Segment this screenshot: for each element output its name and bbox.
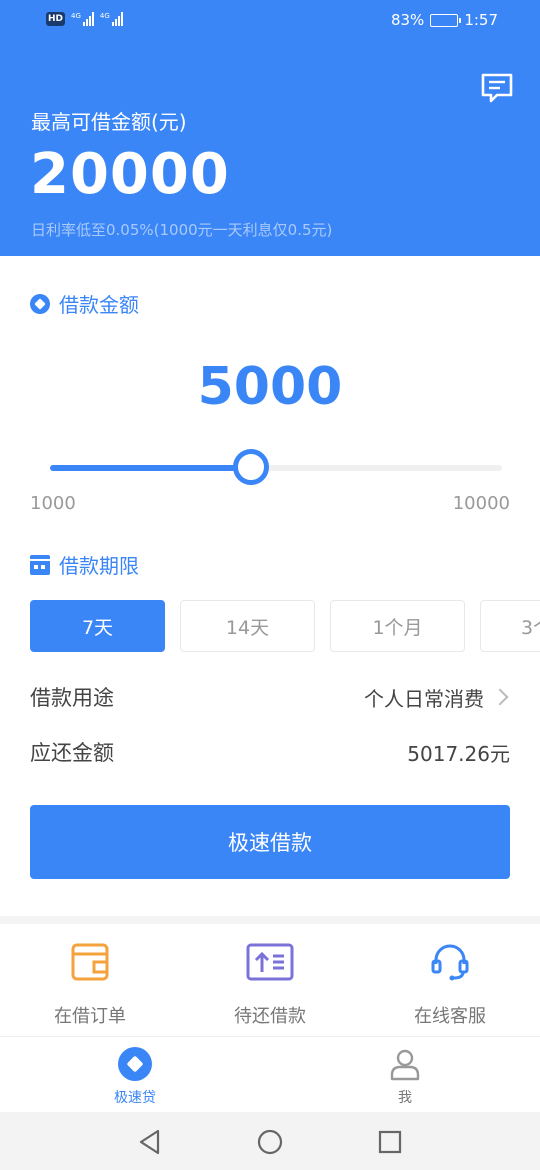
tab-me[interactable]: 我	[270, 1047, 540, 1107]
term-section-label: 借款期限	[59, 554, 139, 578]
shortcut-repay-label: 待还借款	[234, 1006, 306, 1027]
home-icon	[118, 1047, 152, 1081]
network-label-2: 4G	[99, 12, 110, 20]
amount-slider[interactable]	[50, 449, 502, 487]
headset-icon	[431, 944, 469, 981]
calendar-icon	[30, 554, 50, 575]
term-option-3m[interactable]: 3个月	[480, 600, 540, 652]
term-option-1m[interactable]: 1个月	[330, 600, 465, 652]
signal-icon-2: 4G	[100, 12, 123, 26]
shortcut-service[interactable]: 在线客服	[360, 942, 540, 1028]
signal-icon: 4G	[71, 12, 94, 26]
tab-home-label: 极速贷	[114, 1090, 156, 1106]
amount-section-title: 借款金额	[30, 289, 139, 318]
recents-icon[interactable]	[376, 1128, 404, 1156]
shortcut-orders[interactable]: 在借订单	[0, 942, 180, 1028]
slider-thumb[interactable]	[233, 449, 269, 485]
repay-label: 应还金额	[30, 741, 114, 765]
max-amount: 20000	[30, 142, 230, 207]
term-option-7d[interactable]: 7天	[30, 600, 165, 652]
tab-me-label: 我	[398, 1090, 412, 1106]
term-options: 7天 14天 1个月 3个月	[30, 600, 540, 652]
shortcut-repay[interactable]: 待还借款	[180, 942, 360, 1028]
user-icon	[390, 1049, 420, 1081]
section-divider	[0, 916, 540, 924]
max-amount-label: 最高可借金额(元)	[31, 110, 187, 134]
amount-section-icon	[30, 293, 50, 314]
purpose-value-wrap[interactable]: 个人日常消费	[364, 683, 510, 712]
home-nav-icon[interactable]	[256, 1128, 284, 1156]
battery-percent: 83%	[390, 11, 425, 29]
submit-loan-button[interactable]: 极速借款	[30, 805, 510, 879]
status-bar: HD 4G 4G 83% 1:57	[0, 0, 540, 42]
purpose-value: 个人日常消费	[364, 686, 484, 711]
shortcut-orders-label: 在借订单	[54, 1006, 126, 1027]
message-icon[interactable]	[480, 72, 514, 104]
slider-min-label: 1000	[30, 493, 76, 514]
shortcuts: 在借订单 待还借款 在线客服	[0, 924, 540, 1036]
hd-badge: HD	[46, 12, 66, 26]
amount-section-label: 借款金额	[59, 293, 139, 317]
repay-icon	[246, 943, 294, 981]
term-section-title: 借款期限	[30, 550, 139, 579]
wallet-icon	[71, 943, 109, 981]
tab-bar: 极速贷 我	[0, 1036, 540, 1112]
repay-row: 应还金额 5017.26元	[30, 737, 510, 767]
header: HD 4G 4G 83% 1:57 最高可借金额(元) 20000 日利率低至0…	[0, 0, 540, 256]
term-option-14d[interactable]: 14天	[180, 600, 315, 652]
loan-amount-value: 5000	[197, 357, 343, 417]
chevron-right-icon	[491, 688, 509, 706]
purpose-label: 借款用途	[30, 686, 114, 710]
battery-icon	[430, 13, 462, 27]
back-icon[interactable]	[136, 1128, 164, 1156]
tab-home[interactable]: 极速贷	[0, 1047, 270, 1107]
purpose-row[interactable]: 借款用途 个人日常消费	[30, 682, 510, 712]
slider-max-label: 10000	[452, 493, 510, 514]
rate-note: 日利率低至0.05%(1000元一天利息仅0.5元)	[31, 221, 333, 239]
system-nav-bar	[0, 1112, 540, 1170]
shortcut-service-label: 在线客服	[414, 1006, 486, 1027]
status-left: HD 4G 4G	[46, 12, 123, 26]
network-label: 4G	[71, 12, 81, 20]
repay-value: 5017.26元	[407, 741, 510, 766]
slider-fill	[50, 465, 251, 471]
clock: 1:57	[464, 11, 498, 29]
status-right: 83% 1:57	[391, 11, 498, 29]
